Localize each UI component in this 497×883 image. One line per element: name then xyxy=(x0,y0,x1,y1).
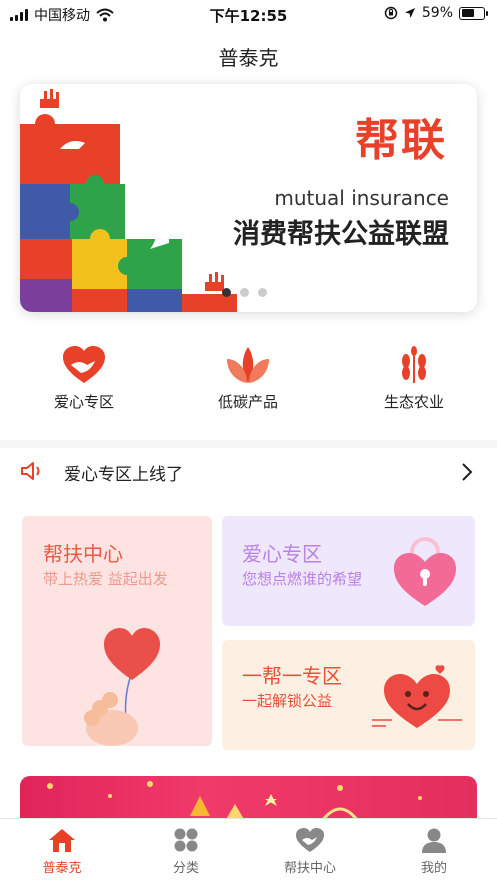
tab-label: 帮扶中心 xyxy=(283,861,336,876)
tab-label: 普泰克 xyxy=(42,861,82,876)
card-subtitle: 带上热爱 益起出发 xyxy=(43,570,168,588)
banner-headline: 帮联 xyxy=(355,115,447,166)
card-subtitle: 一起解锁公益 xyxy=(242,692,333,710)
love-zone-card[interactable]: 爱心专区 您想点燃谁的希望 xyxy=(222,516,475,626)
battery-percent: 59% xyxy=(421,5,453,21)
status-bar: 中国移动 下午12:55 59% xyxy=(0,0,497,30)
carousel-dot[interactable] xyxy=(240,288,249,297)
chevron-right-icon xyxy=(462,463,473,481)
puzzle-hands-illustration xyxy=(20,89,237,312)
card-title: 爱心专区 xyxy=(242,542,322,566)
tab-label: 分类 xyxy=(172,861,199,876)
category-love-zone[interactable]: 爱心专区 xyxy=(24,345,144,412)
card-title: 帮扶中心 xyxy=(43,542,123,566)
banner-slogan: 消费帮扶公益联盟 xyxy=(233,219,449,250)
speaker-icon xyxy=(21,462,40,480)
one-help-one-card[interactable]: 一帮一专区 一起解锁公益 xyxy=(222,640,475,750)
orientation-lock-icon xyxy=(384,6,398,20)
category-eco-agriculture[interactable]: 生态农业 xyxy=(354,345,474,412)
tab-category[interactable]: 分类 xyxy=(136,827,236,876)
carousel-dot[interactable] xyxy=(222,288,231,297)
user-icon xyxy=(422,828,446,853)
tab-label: 我的 xyxy=(420,861,447,876)
battery-icon xyxy=(459,6,488,20)
notice-bar[interactable]: 爱心专区上线了 xyxy=(0,452,497,492)
card-title: 一帮一专区 xyxy=(242,664,342,688)
notice-text: 爱心专区上线了 xyxy=(64,465,183,485)
hero-banner[interactable]: 帮联 mutual insurance 消费帮扶公益联盟 xyxy=(20,84,477,312)
location-icon xyxy=(404,8,415,18)
heart-hand-icon xyxy=(63,346,105,383)
heart-hand-icon xyxy=(296,828,324,852)
category-label: 低碳产品 xyxy=(217,393,278,411)
smiling-heart-icon xyxy=(372,665,462,728)
tab-mine[interactable]: 我的 xyxy=(384,827,484,876)
carousel-dots[interactable] xyxy=(222,288,267,297)
heart-lock-icon xyxy=(394,537,456,606)
heart-balloon-illustration xyxy=(84,628,160,746)
page-title: 普泰克 xyxy=(218,46,279,70)
wheat-icon xyxy=(402,346,426,383)
grid-icon xyxy=(174,828,198,852)
lotus-icon xyxy=(227,347,269,383)
category-row: 爱心专区 低碳产品 生态农业 xyxy=(0,345,497,425)
category-label: 爱心专区 xyxy=(53,393,114,411)
category-label: 生态农业 xyxy=(383,393,444,411)
carousel-dot[interactable] xyxy=(258,288,267,297)
section-divider xyxy=(0,440,497,448)
status-right: 59% xyxy=(384,5,488,21)
category-low-carbon[interactable]: 低碳产品 xyxy=(188,345,308,412)
tab-help-center[interactable]: 帮扶中心 xyxy=(260,827,360,876)
tab-bar: 普泰克 分类 帮扶中心 我的 xyxy=(0,818,497,883)
help-center-card[interactable]: 帮扶中心 带上热爱 益起出发 xyxy=(22,516,212,746)
banner-subtitle: mutual insurance xyxy=(274,186,449,210)
home-icon xyxy=(49,829,75,852)
tab-home[interactable]: 普泰克 xyxy=(12,827,112,876)
card-subtitle: 您想点燃谁的希望 xyxy=(242,570,363,588)
